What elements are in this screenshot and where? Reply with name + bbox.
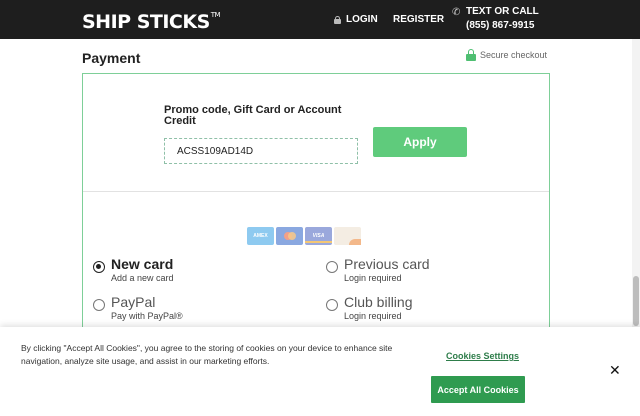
option-subtitle: Login required [344,311,402,321]
amex-card-icon: AMEX [247,227,274,245]
accepted-cards: AMEX VISA [247,227,361,245]
apply-button[interactable]: Apply [373,127,467,157]
option-subtitle: Pay with PayPal® [111,311,183,321]
lock-icon [334,15,341,24]
register-link[interactable]: REGISTER [393,14,444,25]
phone-icon: ✆ [452,7,461,18]
option-subtitle: Login required [344,273,402,283]
promo-label: Promo code, Gift Card or Account Credit [164,104,342,127]
secure-checkout: Secure checkout [466,49,547,61]
scrollbar-thumb[interactable] [633,276,639,326]
discover-card-icon [334,227,361,245]
mastercard-card-icon [276,227,303,245]
option-title: PayPal [111,294,156,310]
radio-new-card[interactable] [93,261,105,273]
text-or-call-label: TEXT OR CALL [466,6,539,17]
phone-number-link[interactable]: (855) 867-9915 [466,20,534,31]
radio-previous-card[interactable] [326,261,338,273]
login-label: LOGIN [346,14,378,25]
accept-all-cookies-button[interactable]: Accept All Cookies [431,376,525,403]
secure-checkout-label: Secure checkout [480,50,548,60]
divider [83,191,549,192]
site-header: SHIP STICKSTM LOGIN REGISTER ✆ TEXT OR C… [0,0,640,39]
option-title: Club billing [344,294,413,310]
radio-club-billing[interactable] [326,299,338,311]
option-title: New card [111,256,174,272]
visa-card-icon: VISA [305,227,332,245]
promo-code-input[interactable] [164,138,358,164]
close-icon[interactable]: ✕ [609,363,621,379]
login-link[interactable]: LOGIN [334,14,378,25]
cookie-banner: By clicking "Accept All Cookies", you ag… [0,327,640,416]
option-subtitle: Add a new card [111,273,174,283]
page-scrollbar[interactable] [632,39,640,327]
secure-lock-icon [466,49,476,61]
radio-paypal[interactable] [93,299,105,311]
ship-sticks-logo[interactable]: SHIP STICKSTM [82,11,221,33]
cookie-consent-text: By clicking "Accept All Cookies", you ag… [21,343,393,366]
cookies-settings-button[interactable]: Cookies Settings [446,351,519,361]
page-title: Payment [82,50,141,66]
option-title: Previous card [344,256,430,272]
